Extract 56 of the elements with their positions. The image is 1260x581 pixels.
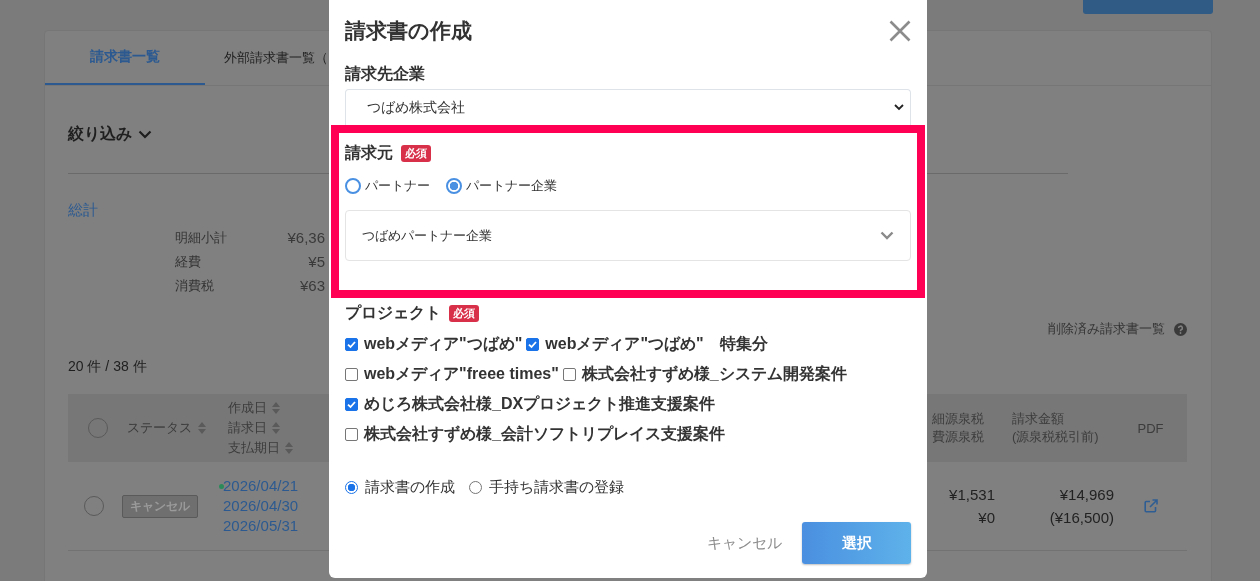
chevron-down-icon bbox=[138, 129, 152, 139]
chevron-down-icon bbox=[880, 231, 894, 240]
checkbox[interactable] bbox=[562, 367, 576, 381]
checkbox-label[interactable]: webメディア"つばめ" bbox=[364, 333, 523, 355]
radio-button[interactable] bbox=[345, 480, 358, 494]
radio-label[interactable]: 手持ち請求書の登録 bbox=[489, 477, 624, 497]
issuer-select[interactable]: つばめパートナー企業 bbox=[345, 210, 911, 261]
summary-label: 消費税 bbox=[175, 277, 215, 295]
company-select[interactable]: つばめ株式会社 bbox=[345, 89, 911, 125]
dot-icon bbox=[219, 483, 224, 489]
column-header: 細源泉税 bbox=[932, 410, 984, 428]
summary-value: ¥6,36 bbox=[286, 228, 325, 248]
summary-value: ¥5 bbox=[307, 252, 325, 272]
checkbox[interactable] bbox=[526, 337, 540, 351]
radio-button[interactable] bbox=[446, 178, 462, 194]
table-cell-text: ¥0 bbox=[978, 508, 995, 528]
close-icon[interactable] bbox=[889, 20, 911, 42]
field-label: プロジェクト bbox=[345, 302, 441, 323]
column-header: PDF bbox=[1137, 420, 1164, 436]
summary-label: 経費 bbox=[175, 253, 202, 271]
chevron-down-icon bbox=[894, 104, 904, 111]
summary-value: ¥63 bbox=[298, 276, 325, 296]
checkbox[interactable] bbox=[345, 337, 358, 351]
checkbox-label[interactable]: 株式会社すずめ様_会計ソフトリプレイス支援案件 bbox=[364, 423, 725, 445]
checkbox-label[interactable]: 株式会社すずめ様_システム開発案件 bbox=[581, 363, 847, 385]
radio-label[interactable]: 請求書の作成 bbox=[365, 477, 455, 497]
field-label: 請求先企業 bbox=[345, 63, 425, 84]
filter-toggle[interactable]: 絞り込み bbox=[68, 123, 132, 145]
column-header[interactable]: 作成日 bbox=[228, 398, 267, 418]
table-cell-text: ¥14,969 bbox=[1059, 485, 1114, 505]
checkbox-label[interactable]: webメディア"freee times" bbox=[364, 363, 559, 385]
section-title: 総計 bbox=[68, 201, 99, 220]
field-label: 請求元 bbox=[345, 142, 393, 163]
record-count: 20 件 / 38 件 bbox=[68, 358, 147, 376]
dialog-title: 請求書の作成 bbox=[345, 18, 472, 44]
radio-label[interactable]: パートナー企業 bbox=[466, 177, 557, 195]
select-button[interactable]: 選択 bbox=[802, 522, 911, 564]
sort-icon bbox=[272, 402, 280, 414]
checkbox[interactable] bbox=[345, 397, 358, 411]
help-icon bbox=[1174, 322, 1187, 336]
required-badge: 必須 bbox=[449, 304, 479, 322]
radio-label[interactable]: パートナー bbox=[365, 177, 430, 195]
checkbox-label[interactable]: webメディア"つばめ" 特集分 bbox=[545, 333, 768, 355]
checkbox-label[interactable]: めじろ株式会社様_DXプロジェクト推進支援案件 bbox=[364, 393, 716, 415]
table-cell-text: ¥1,531 bbox=[949, 485, 995, 505]
radio-button[interactable] bbox=[345, 178, 361, 194]
sort-icon bbox=[272, 422, 280, 434]
column-header[interactable]: 支払期日 bbox=[228, 438, 280, 458]
sort-icon bbox=[198, 422, 206, 434]
summary-label: 明細小計 bbox=[175, 229, 228, 247]
table-cell-text: (¥16,500) bbox=[1049, 508, 1114, 528]
cancel-button[interactable]: キャンセル bbox=[707, 527, 782, 559]
required-badge: 必須 bbox=[401, 144, 431, 162]
sort-icon bbox=[285, 442, 293, 454]
checkbox[interactable] bbox=[345, 427, 358, 441]
checkbox[interactable] bbox=[345, 367, 358, 381]
